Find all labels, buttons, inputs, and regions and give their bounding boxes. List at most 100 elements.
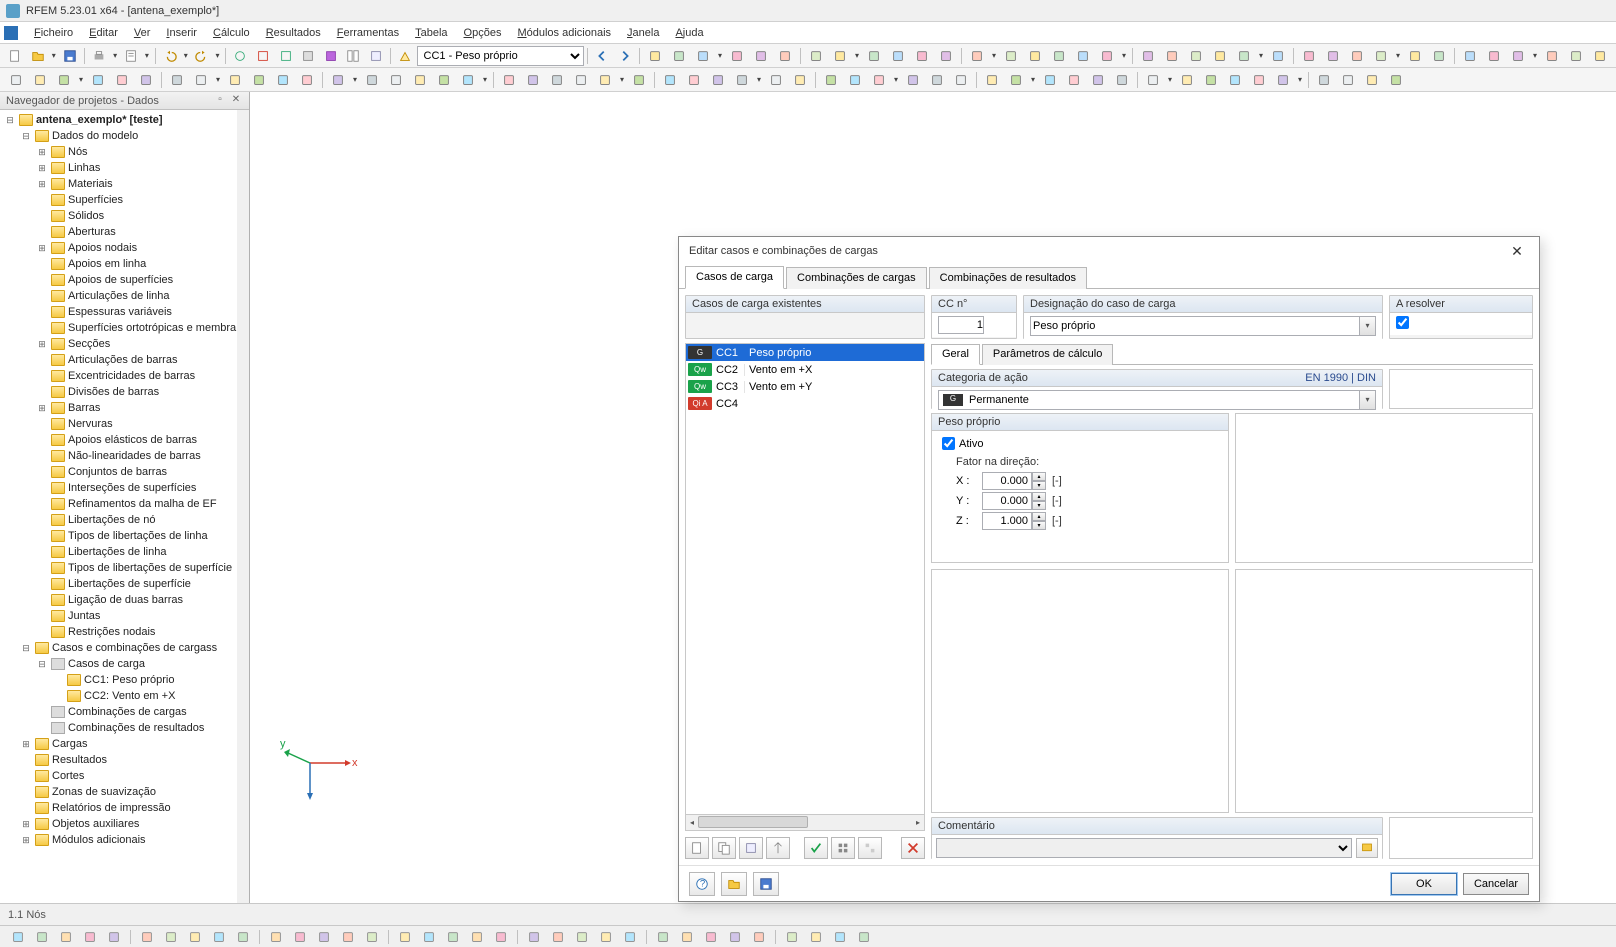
tool-icon[interactable] bbox=[1370, 46, 1392, 66]
tool-icon[interactable] bbox=[433, 70, 455, 90]
tool-icon[interactable] bbox=[668, 46, 690, 66]
status-tool-icon[interactable] bbox=[266, 928, 286, 946]
tool-icon[interactable] bbox=[831, 837, 855, 859]
tree-item[interactable]: ⊟Dados do modelo bbox=[0, 128, 249, 144]
tool-icon[interactable] bbox=[628, 70, 650, 90]
designation-combo[interactable]: Peso próprio▾ bbox=[1030, 316, 1376, 336]
tree-expander-icon[interactable] bbox=[36, 210, 48, 222]
tool-icon[interactable] bbox=[395, 46, 416, 66]
tree-expander-icon[interactable] bbox=[36, 290, 48, 302]
tool-icon[interactable] bbox=[365, 46, 386, 66]
tree-item[interactable]: Articulações de linha bbox=[0, 288, 249, 304]
tree-expander-icon[interactable]: ⊞ bbox=[20, 834, 32, 846]
tree-item[interactable]: Relatórios de impressão bbox=[0, 800, 249, 816]
tool-icon[interactable] bbox=[1039, 70, 1061, 90]
factor-x-input[interactable] bbox=[982, 472, 1032, 490]
tree-expander-icon[interactable] bbox=[36, 594, 48, 606]
status-tool-icon[interactable] bbox=[749, 928, 769, 946]
tool-icon[interactable] bbox=[1346, 46, 1368, 66]
tool-icon[interactable] bbox=[29, 70, 51, 90]
tool-icon[interactable] bbox=[683, 70, 705, 90]
tool-icon[interactable] bbox=[1176, 70, 1198, 90]
tool-icon[interactable] bbox=[1185, 46, 1207, 66]
tree-item[interactable]: ⊞Nós bbox=[0, 144, 249, 160]
tool-icon[interactable] bbox=[570, 70, 592, 90]
factor-y-input[interactable] bbox=[982, 492, 1032, 510]
tool-icon[interactable] bbox=[858, 837, 882, 859]
tool-icon[interactable] bbox=[1313, 70, 1335, 90]
tool-icon[interactable] bbox=[296, 70, 318, 90]
tool-icon[interactable] bbox=[457, 70, 479, 90]
tool-icon[interactable] bbox=[829, 46, 851, 66]
select-all-icon[interactable] bbox=[804, 837, 828, 859]
tree-expander-icon[interactable] bbox=[36, 530, 48, 542]
menu-ver[interactable]: Ver bbox=[126, 25, 159, 41]
subtab-general[interactable]: Geral bbox=[931, 344, 980, 365]
status-tool-icon[interactable] bbox=[419, 928, 439, 946]
print-icon[interactable] bbox=[89, 46, 110, 66]
tool-icon[interactable] bbox=[1142, 70, 1164, 90]
tool-icon[interactable] bbox=[1459, 46, 1481, 66]
tree-item[interactable]: Sólidos bbox=[0, 208, 249, 224]
tree-item[interactable]: ⊞Apoios nodais bbox=[0, 240, 249, 256]
tree-expander-icon[interactable]: ⊞ bbox=[20, 738, 32, 750]
tree-expander-icon[interactable] bbox=[52, 674, 64, 686]
status-tool-icon[interactable] bbox=[725, 928, 745, 946]
tool-icon[interactable] bbox=[1385, 70, 1407, 90]
tool-icon[interactable] bbox=[863, 46, 885, 66]
tree-item[interactable]: Apoios de superfícies bbox=[0, 272, 249, 288]
tree-item[interactable]: Combinações de resultados bbox=[0, 720, 249, 736]
tool-icon[interactable] bbox=[135, 70, 157, 90]
tree-item[interactable]: ⊟Casos e combinações de cargass bbox=[0, 640, 249, 656]
status-tool-icon[interactable] bbox=[806, 928, 826, 946]
tree-item[interactable]: Conjuntos de barras bbox=[0, 464, 249, 480]
tool-icon[interactable] bbox=[343, 46, 364, 66]
tree-expander-icon[interactable] bbox=[36, 466, 48, 478]
status-tool-icon[interactable] bbox=[395, 928, 415, 946]
tool-icon[interactable] bbox=[1209, 46, 1231, 66]
menu-resultados[interactable]: Resultados bbox=[258, 25, 329, 41]
tree-item[interactable]: ⊞Módulos adicionais bbox=[0, 832, 249, 848]
tool-icon[interactable] bbox=[1483, 46, 1505, 66]
tool-icon[interactable] bbox=[248, 70, 270, 90]
delete-case-icon[interactable] bbox=[901, 837, 925, 859]
tree-item[interactable]: Ligação de duas barras bbox=[0, 592, 249, 608]
tree-expander-icon[interactable] bbox=[52, 690, 64, 702]
tool-icon[interactable] bbox=[981, 70, 1003, 90]
tree-expander-icon[interactable] bbox=[36, 306, 48, 318]
load-case-list[interactable]: GCC1Peso próprioQwCC2Vento em +XQwCC3Ven… bbox=[685, 343, 925, 815]
menu-módulos adicionais[interactable]: Módulos adicionais bbox=[509, 25, 619, 41]
menu-tabela[interactable]: Tabela bbox=[407, 25, 455, 41]
status-tool-icon[interactable] bbox=[653, 928, 673, 946]
tool-icon[interactable] bbox=[111, 70, 133, 90]
help-icon[interactable]: ? bbox=[689, 872, 715, 896]
tool-icon[interactable] bbox=[327, 70, 349, 90]
tree-expander-icon[interactable] bbox=[36, 706, 48, 718]
tree-expander-icon[interactable] bbox=[36, 562, 48, 574]
menu-janela[interactable]: Janela bbox=[619, 25, 667, 41]
tree-item[interactable]: ⊞Barras bbox=[0, 400, 249, 416]
tree-item[interactable]: Tipos de libertações de linha bbox=[0, 528, 249, 544]
tool-icon[interactable] bbox=[1404, 46, 1426, 66]
undo-icon[interactable] bbox=[160, 46, 181, 66]
tree-item[interactable]: Libertações de nó bbox=[0, 512, 249, 528]
tool-icon[interactable] bbox=[1565, 46, 1587, 66]
tool-icon[interactable] bbox=[5, 70, 27, 90]
status-tool-icon[interactable] bbox=[8, 928, 28, 946]
tool-icon[interactable] bbox=[1272, 70, 1294, 90]
tree-item[interactable]: ⊞Linhas bbox=[0, 160, 249, 176]
tree-item[interactable]: ⊞Secções bbox=[0, 336, 249, 352]
tool-icon[interactable] bbox=[298, 46, 319, 66]
tree-item[interactable]: Interseções de superfícies bbox=[0, 480, 249, 496]
tool-icon[interactable] bbox=[498, 70, 520, 90]
tool-icon[interactable] bbox=[1541, 46, 1563, 66]
navigator-pin-icon[interactable]: ▫ bbox=[213, 94, 227, 108]
tab-load-combinations[interactable]: Combinações de cargas bbox=[786, 267, 927, 289]
tool-icon[interactable] bbox=[1087, 70, 1109, 90]
tree-item[interactable]: Zonas de suavização bbox=[0, 784, 249, 800]
navigator-tree[interactable]: ⊟antena_exemplo* [teste]⊟Dados do modelo… bbox=[0, 110, 249, 903]
tree-item[interactable]: Nervuras bbox=[0, 416, 249, 432]
menu-ferramentas[interactable]: Ferramentas bbox=[329, 25, 407, 41]
tool-icon[interactable] bbox=[887, 46, 909, 66]
tree-expander-icon[interactable] bbox=[36, 226, 48, 238]
